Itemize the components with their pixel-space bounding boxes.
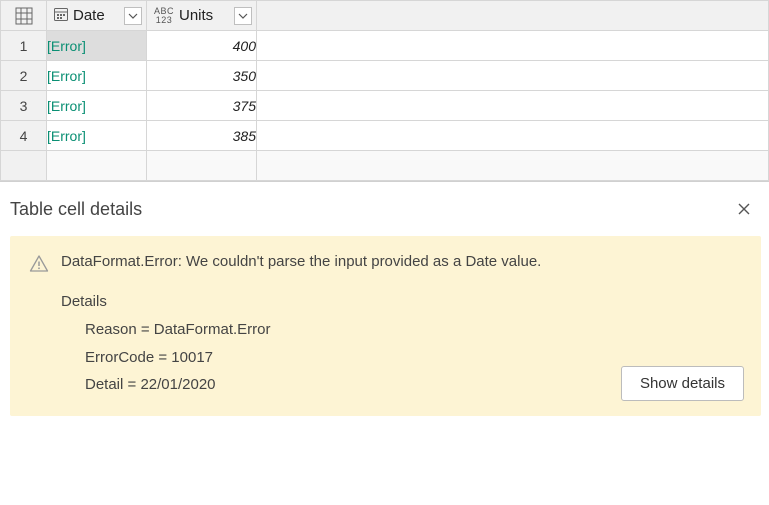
table-row[interactable]: 3[Error]375 bbox=[1, 91, 769, 121]
row-number[interactable]: 2 bbox=[1, 61, 47, 91]
cell-date[interactable]: [Error] bbox=[47, 31, 147, 61]
select-all-corner[interactable] bbox=[1, 1, 47, 31]
cell-empty bbox=[257, 61, 769, 91]
error-message-box: DataFormat.Error: We couldn't parse the … bbox=[10, 236, 761, 416]
details-label: Details bbox=[61, 288, 742, 316]
column-header-units[interactable]: ABC123 Units bbox=[147, 1, 257, 31]
cell-empty bbox=[257, 121, 769, 151]
calendar-icon bbox=[53, 6, 69, 25]
column-header-date[interactable]: Date bbox=[47, 1, 147, 31]
table-blank-row bbox=[1, 151, 769, 181]
column-name: Units bbox=[179, 7, 230, 24]
table-row[interactable]: 2[Error]350 bbox=[1, 61, 769, 91]
row-number-empty bbox=[1, 151, 47, 181]
filter-dropdown-units[interactable] bbox=[234, 7, 252, 25]
cell-date[interactable]: [Error] bbox=[47, 121, 147, 151]
row-number[interactable]: 4 bbox=[1, 121, 47, 151]
any-type-icon: ABC123 bbox=[153, 7, 175, 25]
show-details-button[interactable]: Show details bbox=[621, 366, 744, 401]
cell-units[interactable]: 400 bbox=[147, 31, 257, 61]
cell-units[interactable]: 385 bbox=[147, 121, 257, 151]
warning-icon bbox=[29, 254, 49, 278]
row-number[interactable]: 1 bbox=[1, 31, 47, 61]
filter-dropdown-date[interactable] bbox=[124, 7, 142, 25]
cell-empty bbox=[257, 31, 769, 61]
cell-details-pane: Table cell details DataFormat.Error: We … bbox=[0, 182, 769, 434]
row-number[interactable]: 3 bbox=[1, 91, 47, 121]
cell-units[interactable]: 350 bbox=[147, 61, 257, 91]
table-row[interactable]: 4[Error]385 bbox=[1, 121, 769, 151]
details-title: Table cell details bbox=[10, 199, 142, 220]
cell-date[interactable]: [Error] bbox=[47, 61, 147, 91]
data-grid: Date ABC123 Units 1[E bbox=[0, 0, 769, 182]
cell-empty bbox=[257, 91, 769, 121]
cell-units[interactable]: 375 bbox=[147, 91, 257, 121]
column-header-empty bbox=[257, 1, 769, 31]
table-row[interactable]: 1[Error]400 bbox=[1, 31, 769, 61]
error-reason: Reason = DataFormat.Error bbox=[85, 316, 742, 344]
error-message: DataFormat.Error: We couldn't parse the … bbox=[61, 253, 541, 270]
column-name: Date bbox=[73, 7, 120, 24]
close-button[interactable] bbox=[731, 196, 757, 222]
cell-date[interactable]: [Error] bbox=[47, 91, 147, 121]
